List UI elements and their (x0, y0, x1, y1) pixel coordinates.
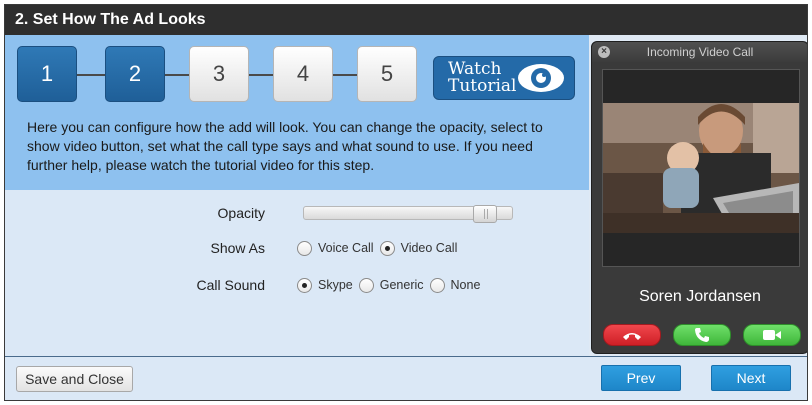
answer-voice-button[interactable] (673, 324, 731, 346)
save-and-close-button[interactable]: Save and Close (16, 366, 133, 392)
prev-button[interactable]: Prev (601, 365, 681, 391)
video-call-radio[interactable] (379, 240, 395, 256)
call-sound-options: Skype Generic None (297, 277, 486, 293)
wizard-window: 2. Set How The Ad Looks 1 2 3 4 5 Watch … (4, 4, 808, 401)
watch-tutorial-label: Watch Tutorial (434, 61, 517, 96)
voice-call-radio[interactable] (297, 240, 312, 256)
opacity-slider-thumb[interactable] (473, 205, 497, 223)
eye-icon (518, 64, 564, 92)
generic-radio[interactable] (358, 277, 374, 293)
call-sound-row: Call Sound Skype Generic None (5, 274, 589, 296)
none-label[interactable]: None (451, 278, 481, 292)
generic-label[interactable]: Generic (380, 278, 424, 292)
video-preview (602, 69, 800, 267)
phone-icon (695, 328, 709, 342)
phone-hangup-icon (623, 333, 641, 340)
opacity-label: Opacity (217, 205, 265, 221)
incoming-call-preview: Incoming Video Call × Soren Jordansen (591, 41, 807, 354)
answer-video-button[interactable] (743, 324, 801, 346)
watch-tutorial-button[interactable]: Watch Tutorial (433, 56, 575, 100)
page-title: 2. Set How The Ad Looks (5, 5, 807, 35)
step-2[interactable]: 2 (105, 46, 165, 102)
description-panel: 1 2 3 4 5 Watch Tutorial Here you can co… (5, 35, 589, 190)
show-as-options: Voice Call Video Call (297, 240, 463, 256)
video-call-label[interactable]: Video Call (401, 241, 458, 255)
decline-call-button[interactable] (603, 324, 661, 346)
video-feed-image (603, 103, 799, 233)
close-icon[interactable]: × (598, 46, 610, 58)
description-text: Here you can configure how the add will … (27, 119, 543, 173)
opacity-row: Opacity (5, 202, 589, 224)
show-as-label: Show As (210, 240, 265, 256)
step-1[interactable]: 1 (17, 46, 77, 102)
opacity-slider[interactable] (303, 205, 513, 223)
next-button[interactable]: Next (711, 365, 791, 391)
call-window-title: Incoming Video Call (592, 42, 807, 62)
step-indicator: 1 2 3 4 5 (17, 46, 437, 104)
none-radio[interactable] (429, 277, 445, 293)
video-camera-icon (763, 330, 781, 340)
step-connector (75, 74, 107, 76)
step-5[interactable]: 5 (357, 46, 417, 102)
step-3[interactable]: 3 (189, 46, 249, 102)
voice-call-label[interactable]: Voice Call (318, 241, 374, 255)
footer-bar: Save and Close Prev Next (5, 356, 807, 400)
skype-radio[interactable] (297, 277, 312, 293)
tutorial-label: Tutorial (448, 76, 517, 96)
call-sound-label: Call Sound (196, 277, 266, 293)
step-4[interactable]: 4 (273, 46, 333, 102)
show-as-row: Show As Voice Call Video Call (5, 237, 589, 259)
settings-panel: Opacity Show As Voice Call Video Call Ca… (5, 190, 589, 356)
caller-name: Soren Jordansen (639, 288, 761, 305)
skype-label[interactable]: Skype (318, 278, 353, 292)
